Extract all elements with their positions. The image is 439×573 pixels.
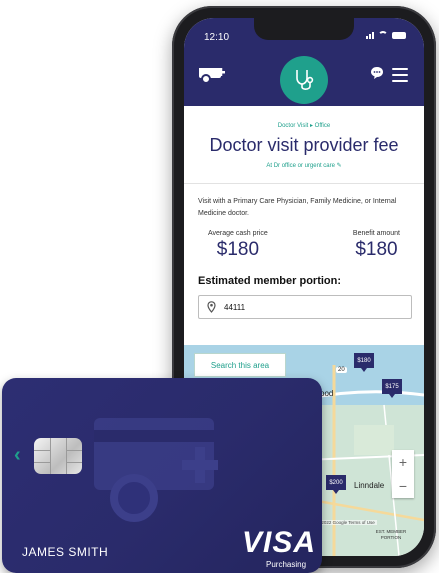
map-price-pin[interactable]: $180 (354, 353, 374, 372)
card-logo-watermark-icon (94, 418, 218, 522)
price-summary: Average cash price $180 Benefit amount $… (184, 220, 424, 261)
search-this-area-button[interactable]: Search this area (194, 353, 286, 377)
signal-icon (366, 31, 374, 39)
visa-purchasing-label: Purchasing (266, 560, 307, 569)
location-subtitle[interactable]: At Dr office or urgent care ✎ (184, 162, 424, 169)
zoom-in-button[interactable]: + (392, 450, 414, 474)
map-place-label: ood (320, 389, 334, 398)
chevron-left-icon: ‹ (14, 444, 21, 466)
visa-purchasing-card: ‹ JAMES SMITH VISA Purchasing (2, 378, 322, 573)
stethoscope-badge (280, 56, 328, 104)
status-time: 12:10 (204, 32, 230, 43)
benefit-amount-value: $180 (355, 239, 398, 260)
visa-logo: VISA (242, 526, 317, 559)
battery-icon (392, 31, 406, 39)
menu-icon[interactable] (392, 68, 408, 86)
map-zoom-control: + − (392, 450, 414, 498)
average-price-value: $180 (216, 239, 260, 260)
map-price-pin[interactable]: $200 (326, 475, 346, 494)
average-price-label: Average cash price (208, 230, 268, 237)
page-title: Doctor visit provider fee (209, 135, 399, 155)
benefit-amount: Benefit amount $180 (353, 230, 400, 261)
benefit-amount-label: Benefit amount (352, 230, 400, 237)
est-member-portion-label: EST. MEMBER PORTION (375, 529, 407, 540)
map-place-label: Linndale (354, 481, 385, 490)
wifi-icon (378, 31, 388, 39)
brand-logo-icon[interactable] (198, 62, 228, 89)
card-chip (34, 438, 82, 474)
breadcrumb[interactable]: Doctor Visit ▸ Office (184, 122, 424, 129)
estimate-heading: Estimated member portion: (198, 275, 342, 287)
average-price: Average cash price $180 (208, 230, 268, 261)
phone-notch (254, 18, 354, 40)
zoom-out-button[interactable]: − (392, 474, 414, 498)
location-pin-icon (207, 301, 216, 313)
map-price-pin[interactable]: $175 (382, 379, 402, 398)
status-icons (366, 31, 406, 39)
zip-code-input[interactable]: 44111 (198, 295, 412, 319)
cardholder-name: JAMES SMITH (22, 545, 109, 559)
zip-code-value: 44111 (224, 302, 246, 312)
visit-description: Visit with a Primary Care Physician, Fam… (198, 198, 397, 217)
road-marker: 20 (336, 367, 347, 373)
page-content: Doctor Visit ▸ Office Doctor visit provi… (184, 106, 424, 319)
stethoscope-icon (296, 70, 314, 90)
chat-icon[interactable] (370, 66, 384, 85)
